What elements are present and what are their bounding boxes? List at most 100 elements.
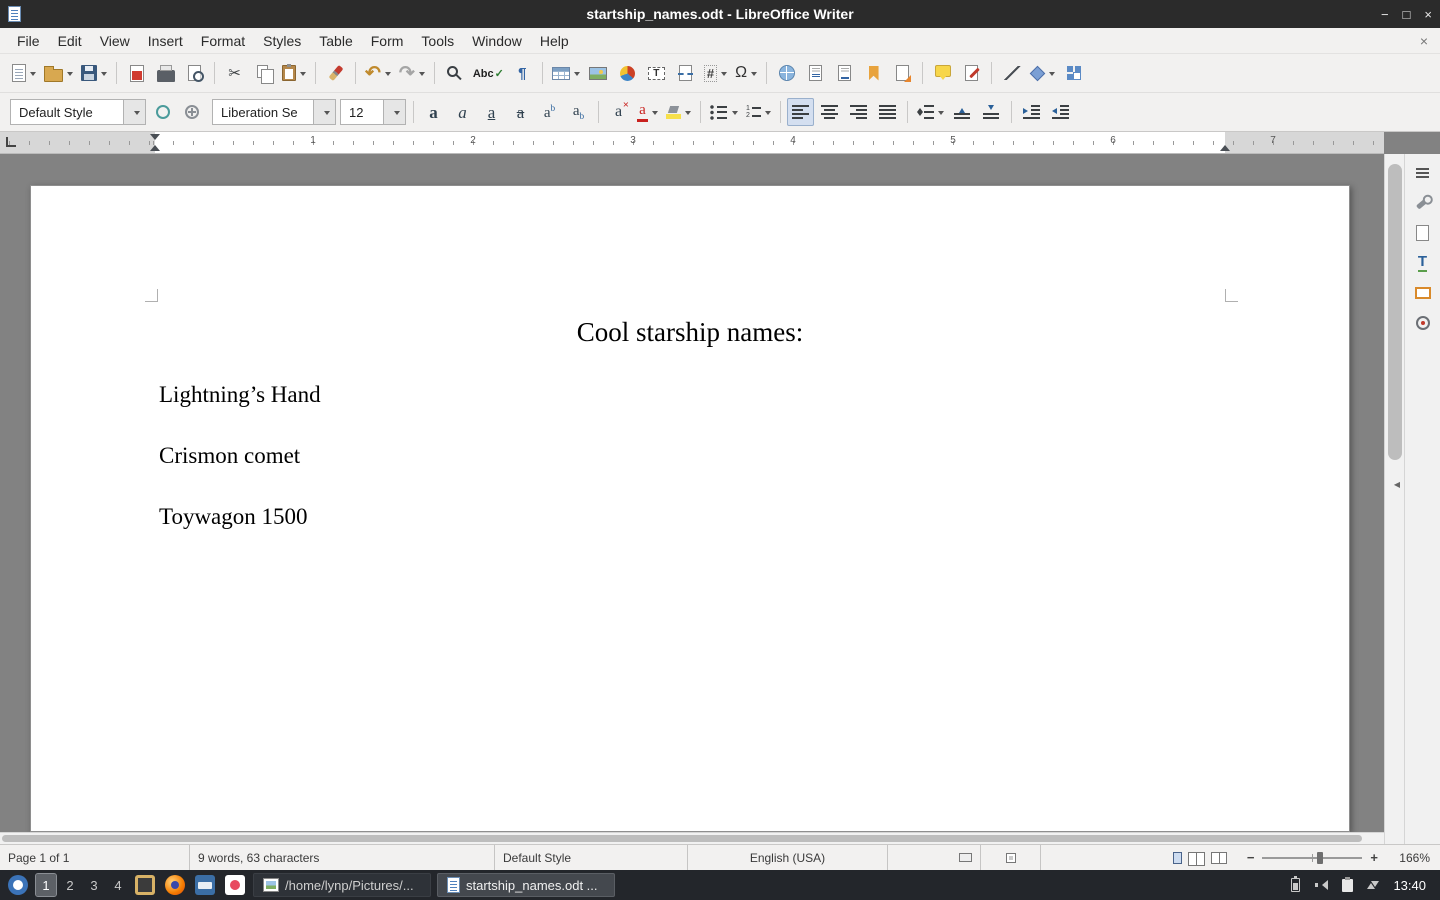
workspace-button-3[interactable]: 3 [84,874,104,896]
insert-image-button[interactable] [585,59,612,87]
horizontal-ruler[interactable]: 1 2 3 4 5 6 7 [0,132,1384,154]
clear-formatting-button[interactable]: a× [605,98,632,126]
menu-help[interactable]: Help [531,30,578,52]
redo-button[interactable]: ↷ [396,59,428,87]
media-app-icon[interactable] [225,875,245,895]
new-document-button[interactable] [9,59,39,87]
minimize-button[interactable]: − [1381,7,1389,22]
paragraph-style-dropdown[interactable] [123,100,145,124]
page-number-status[interactable]: Page 1 of 1 [0,845,190,870]
menu-format[interactable]: Format [192,30,254,52]
sidebar-gallery-button[interactable] [1409,278,1437,308]
sidebar-page-button[interactable] [1409,218,1437,248]
basic-shapes-button[interactable] [1027,59,1058,87]
file-manager-icon[interactable] [195,875,215,895]
workspace-button-2[interactable]: 2 [60,874,80,896]
language-status[interactable]: English (USA) [688,845,888,870]
close-window-button[interactable]: × [1424,7,1432,22]
document-heading[interactable]: Cool starship names: [159,316,1221,348]
update-style-button[interactable] [149,98,176,126]
font-size-combo[interactable]: 12 [340,99,406,125]
close-document-icon[interactable]: × [1420,33,1428,49]
multi-page-view-icon[interactable] [1188,852,1205,864]
cut-button[interactable]: ✂ [221,59,248,87]
document-line[interactable]: Toywagon 1500 [159,503,1221,531]
insert-bookmark-button[interactable] [860,59,887,87]
word-count-status[interactable]: 9 words, 63 characters [190,845,495,870]
zoom-level[interactable]: 166% [1388,851,1440,865]
draw-functions-button[interactable] [1060,59,1087,87]
insert-comment-button[interactable] [929,59,956,87]
sidebar-navigator-button[interactable] [1409,308,1437,338]
zoom-out-button[interactable]: − [1247,850,1255,865]
align-justify-button[interactable] [874,98,901,126]
vertical-scrollbar[interactable] [1384,154,1404,844]
decrease-paragraph-spacing-button[interactable] [978,98,1005,126]
zoom-slider[interactable] [1262,857,1362,859]
paragraph-style-combo[interactable]: Default Style [10,99,146,125]
clock[interactable]: 13:40 [1393,878,1426,893]
bold-button[interactable]: a [420,98,447,126]
vertical-scrollbar-thumb[interactable] [1388,164,1402,460]
menu-window[interactable]: Window [463,30,531,52]
insert-endnote-button[interactable] [831,59,858,87]
clipboard-tray-icon[interactable] [1342,879,1353,892]
battery-icon[interactable] [1291,878,1300,892]
increase-indent-button[interactable] [1018,98,1045,126]
align-center-button[interactable] [816,98,843,126]
paste-button[interactable] [279,59,309,87]
insert-line-button[interactable] [998,59,1025,87]
insert-field-button[interactable]: # [701,59,730,87]
menu-tools[interactable]: Tools [412,30,463,52]
print-preview-button[interactable] [181,59,208,87]
document-line[interactable]: Crismon comet [159,442,1221,470]
increase-paragraph-spacing-button[interactable] [949,98,976,126]
line-spacing-button[interactable] [914,98,947,126]
menu-styles[interactable]: Styles [254,30,310,52]
page-style-status[interactable]: Default Style [495,845,688,870]
zoom-in-button[interactable]: + [1370,850,1378,865]
print-button[interactable] [152,59,179,87]
menu-insert[interactable]: Insert [139,30,192,52]
insert-hyperlink-button[interactable] [773,59,800,87]
insert-table-button[interactable] [549,59,583,87]
align-left-button[interactable] [787,98,814,126]
underline-button[interactable]: a [478,98,505,126]
superscript-button[interactable]: ab [536,98,563,126]
volume-icon[interactable] [1314,878,1328,892]
firefox-icon[interactable] [165,875,185,895]
terminal-icon[interactable] [135,875,155,895]
new-style-button[interactable] [178,98,205,126]
first-line-indent-marker[interactable] [150,134,160,140]
sidebar-properties-button[interactable] [1409,188,1437,218]
workspace-button-1[interactable]: 1 [36,874,56,896]
page-break-button[interactable] [672,59,699,87]
horizontal-scrollbar[interactable] [0,832,1384,844]
applications-menu-icon[interactable] [8,875,28,895]
special-character-button[interactable]: Ω [732,59,760,87]
menu-file[interactable]: File [8,30,49,52]
document-page[interactable]: Cool starship names: Lightning’s Hand Cr… [30,185,1350,832]
sidebar-settings-button[interactable] [1409,158,1437,188]
single-page-view-icon[interactable] [1173,852,1182,864]
insert-footnote-button[interactable] [802,59,829,87]
horizontal-scrollbar-thumb[interactable] [2,835,1362,842]
font-size-dropdown[interactable] [383,100,405,124]
menu-form[interactable]: Form [362,30,413,52]
open-button[interactable] [41,59,76,87]
document-modified-button[interactable] [981,845,1041,870]
clone-formatting-button[interactable] [322,59,349,87]
network-icon[interactable] [1367,879,1379,891]
document-line[interactable]: Lightning’s Hand [159,381,1221,409]
sidebar-styles-button[interactable]: T [1409,248,1437,278]
document-content[interactable]: Cool starship names: Lightning’s Hand Cr… [159,186,1221,531]
strikethrough-button[interactable]: a [507,98,534,126]
copy-button[interactable] [250,59,277,87]
sidebar-toggle-arrow-icon[interactable]: ◀ [1394,480,1400,489]
maximize-button[interactable]: □ [1403,7,1411,22]
track-changes-button[interactable] [958,59,985,87]
taskbar-window-pictures[interactable]: /home/lynp/Pictures/... [253,873,431,897]
selection-mode-button[interactable] [888,845,981,870]
workspace-button-4[interactable]: 4 [108,874,128,896]
taskbar-window-writer[interactable]: startship_names.odt ... [437,873,615,897]
